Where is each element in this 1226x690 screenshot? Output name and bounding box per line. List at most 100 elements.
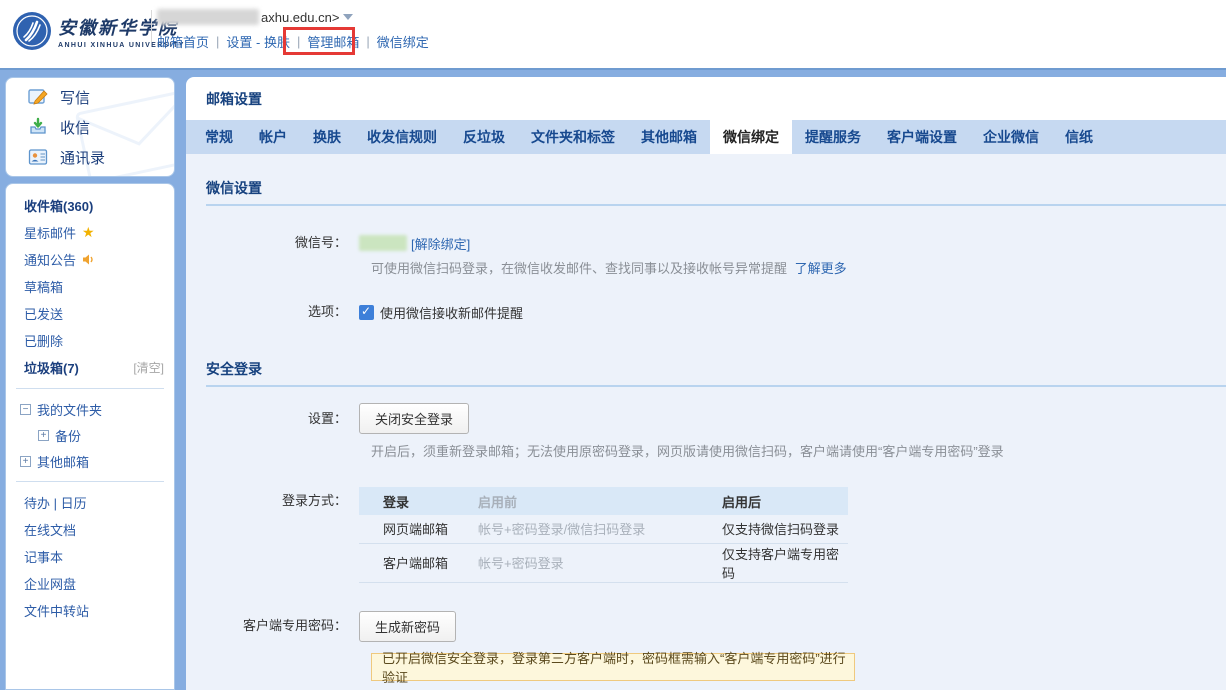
content-frame: 写信 收信 通讯录 bbox=[0, 68, 1226, 690]
sidebar-item-receive[interactable]: 收信 bbox=[6, 112, 174, 142]
speaker-icon bbox=[82, 253, 95, 266]
tab-client-settings[interactable]: 客户端设置 bbox=[874, 120, 970, 154]
sidebar-actions-card: 写信 收信 通讯录 bbox=[5, 77, 175, 177]
wechat-desc-text: 可使用微信扫码登录，在微信收发邮件、查找同事以及接收帐号异常提醒 bbox=[371, 261, 787, 276]
tab-enterprise-wechat[interactable]: 企业微信 bbox=[970, 120, 1052, 154]
tab-antispam[interactable]: 反垃圾 bbox=[450, 120, 518, 154]
tool-label: 在线文档 bbox=[24, 520, 76, 539]
sidebar-item-announcements[interactable]: 通知公告 bbox=[6, 246, 174, 273]
tool-label: 记事本 bbox=[24, 547, 63, 566]
sidebar-item-label: 通讯录 bbox=[60, 147, 105, 168]
tab-content: 微信设置 微信号： [解除绑定] 可使用微信扫码登录，在微信收发邮件、查找同事以… bbox=[186, 154, 1226, 690]
login-mode-table: 登录 启用前 启用后 网页端邮箱 帐号+密码登录/微信扫码登录 仅支持微信扫码登… bbox=[359, 487, 848, 583]
sidebar-item-junk[interactable]: 垃圾箱(7) [清空] bbox=[6, 354, 174, 381]
cell-web-after: 仅支持微信扫码登录 bbox=[698, 515, 848, 543]
sidebar-folders-card: 收件箱(360) 星标邮件 ★ 通知公告 草稿箱 已发送 bbox=[5, 183, 175, 690]
wechat-notify-checkbox[interactable] bbox=[359, 305, 374, 320]
generate-password-button[interactable]: 生成新密码 bbox=[359, 611, 456, 642]
security-setting-row: 设置： 关闭安全登录 bbox=[186, 403, 1226, 434]
star-icon: ★ bbox=[82, 224, 95, 241]
email-domain-text: axhu.edu.cn> bbox=[261, 10, 339, 25]
cell-web-before: 帐号+密码登录/微信扫码登录 bbox=[473, 515, 698, 543]
sidebar-item-enterprise-drive[interactable]: 企业网盘 bbox=[6, 570, 174, 597]
tab-general[interactable]: 常规 bbox=[192, 120, 246, 154]
header-divider bbox=[151, 10, 152, 42]
nav-separator: | bbox=[216, 34, 219, 49]
login-mode-label: 登录方式： bbox=[186, 487, 359, 515]
tab-folders-labels[interactable]: 文件夹和标签 bbox=[518, 120, 628, 154]
folder-label: 已删除 bbox=[24, 331, 63, 350]
learn-more-link[interactable]: 了解更多 bbox=[795, 261, 847, 276]
tab-mail-rules[interactable]: 收发信规则 bbox=[354, 120, 450, 154]
section-heading-security: 安全登录 bbox=[206, 359, 1226, 387]
client-password-label: 客户端专用密码： bbox=[186, 617, 359, 635]
sidebar-item-label: 收信 bbox=[60, 117, 90, 138]
sidebar-divider bbox=[16, 388, 164, 389]
sidebar-item-backup[interactable]: + 备份 bbox=[6, 422, 174, 448]
nav-manage-mail[interactable]: 管理邮箱 bbox=[307, 32, 359, 51]
tab-account[interactable]: 帐户 bbox=[246, 120, 300, 154]
empty-junk-link[interactable]: [清空] bbox=[133, 359, 164, 376]
table-row: 客户端邮箱 帐号+密码登录 仅支持客户端专用密码 bbox=[359, 543, 848, 582]
tab-wechat-bind[interactable]: 微信绑定 bbox=[710, 120, 792, 154]
top-navigation: 邮箱首页 | 设置 - 换肤 | 管理邮箱 | 微信绑定 bbox=[157, 32, 429, 51]
mail-settings-page: 安徽新华学院 ANHUI XINHUA UNIVERSITY axhu.edu.… bbox=[0, 0, 1226, 690]
sidebar-item-label: 写信 bbox=[60, 87, 90, 108]
sidebar-item-todo-calendar[interactable]: 待办 | 日历 bbox=[6, 489, 174, 516]
checkbox-label: 使用微信接收新邮件提醒 bbox=[380, 303, 523, 322]
folder-label: 已发送 bbox=[24, 304, 63, 323]
nav-settings-skin[interactable]: 设置 - 换肤 bbox=[226, 32, 290, 51]
col-header-before: 启用前 bbox=[473, 487, 698, 515]
notice-text: 已开启微信安全登录，登录第三方客户端时，密码框需输入“客户端专用密码”进行验证 bbox=[382, 648, 854, 686]
sidebar-item-online-docs[interactable]: 在线文档 bbox=[6, 516, 174, 543]
cell-client-after: 仅支持客户端专用密码 bbox=[698, 543, 848, 582]
tab-skin[interactable]: 换肤 bbox=[300, 120, 354, 154]
sidebar-item-other-mailboxes[interactable]: + 其他邮箱 bbox=[6, 448, 174, 474]
sidebar-item-my-folders[interactable]: − 我的文件夹 bbox=[6, 396, 174, 422]
unbind-link[interactable]: [解除绑定] bbox=[411, 234, 470, 253]
nav-separator: | bbox=[297, 34, 300, 49]
section-heading-wechat: 微信设置 bbox=[206, 178, 1226, 206]
sidebar-item-deleted[interactable]: 已删除 bbox=[6, 327, 174, 354]
tree-label: 我的文件夹 bbox=[37, 400, 102, 419]
tab-other-mailboxes[interactable]: 其他邮箱 bbox=[628, 120, 710, 154]
tab-reminder-service[interactable]: 提醒服务 bbox=[792, 120, 874, 154]
sidebar-item-sent[interactable]: 已发送 bbox=[6, 300, 174, 327]
wechat-id-row: 微信号： [解除绑定] bbox=[186, 234, 1226, 252]
option-value: 使用微信接收新邮件提醒 bbox=[359, 303, 523, 321]
nav-mail-home[interactable]: 邮箱首页 bbox=[157, 32, 209, 51]
options-row: 选项： 使用微信接收新邮件提醒 bbox=[186, 303, 1226, 321]
tree-label: 其他邮箱 bbox=[37, 452, 89, 471]
sidebar-item-notepad[interactable]: 记事本 bbox=[6, 543, 174, 570]
folder-label: 收件箱(360) bbox=[24, 196, 93, 215]
client-password-notice: 已开启微信安全登录，登录第三方客户端时，密码框需输入“客户端专用密码”进行验证 bbox=[371, 653, 855, 681]
caret-down-icon[interactable] bbox=[343, 14, 353, 20]
col-header-after: 启用后 bbox=[698, 487, 848, 515]
email-redacted-blur bbox=[157, 9, 259, 25]
setting-label: 设置： bbox=[186, 410, 359, 428]
cell-web-mail: 网页端邮箱 bbox=[359, 515, 473, 543]
tab-stationery[interactable]: 信纸 bbox=[1052, 120, 1106, 154]
account-email[interactable]: axhu.edu.cn> bbox=[157, 8, 429, 26]
sidebar-item-contacts[interactable]: 通讯录 bbox=[6, 142, 174, 172]
account-block: axhu.edu.cn> 邮箱首页 | 设置 - 换肤 | 管理邮箱 | 微信绑… bbox=[157, 8, 429, 51]
sidebar-item-starred[interactable]: 星标邮件 ★ bbox=[6, 219, 174, 246]
nav-separator: | bbox=[366, 34, 369, 49]
nav-wechat-bind[interactable]: 微信绑定 bbox=[377, 32, 429, 51]
sidebar-item-drafts[interactable]: 草稿箱 bbox=[6, 273, 174, 300]
expand-icon[interactable]: + bbox=[20, 456, 31, 467]
close-secure-login-button[interactable]: 关闭安全登录 bbox=[359, 403, 469, 434]
sidebar-item-file-transfer[interactable]: 文件中转站 bbox=[6, 597, 174, 624]
table-header-row: 登录 启用前 启用后 bbox=[359, 487, 848, 515]
sidebar-item-inbox[interactable]: 收件箱(360) bbox=[6, 192, 174, 219]
collapse-icon[interactable]: − bbox=[20, 404, 31, 415]
expand-icon[interactable]: + bbox=[38, 430, 49, 441]
secure-login-note: 开启后，须重新登录邮箱；无法使用原密码登录，网页版请使用微信扫码，客户端请使用“… bbox=[371, 444, 1226, 460]
sidebar-item-compose[interactable]: 写信 bbox=[6, 82, 174, 112]
university-logo-icon bbox=[12, 11, 52, 51]
tool-label: 文件中转站 bbox=[24, 601, 89, 620]
wechat-id-redacted-blur bbox=[359, 235, 407, 251]
compose-icon bbox=[28, 87, 48, 107]
wechat-id-value: [解除绑定] bbox=[359, 234, 470, 252]
main-panel: 邮箱设置 常规 帐户 换肤 收发信规则 反垃圾 文件夹和标签 其他邮箱 微信绑定… bbox=[186, 77, 1226, 690]
